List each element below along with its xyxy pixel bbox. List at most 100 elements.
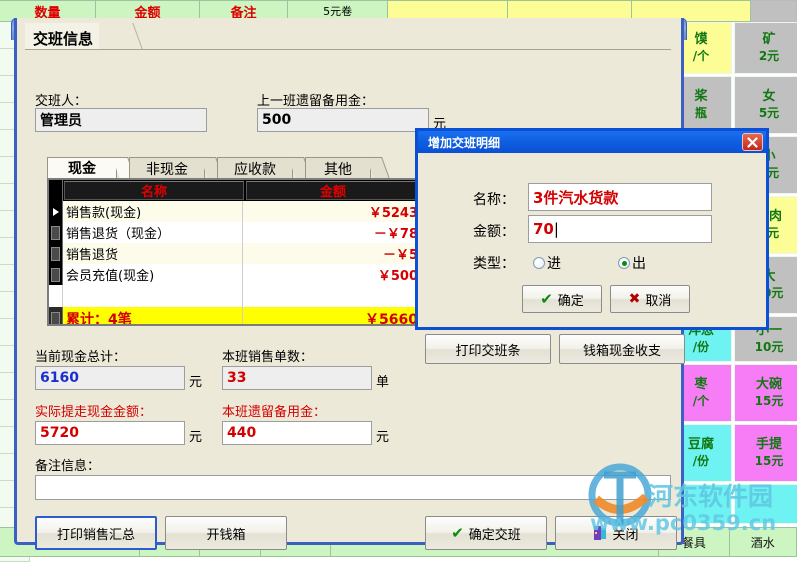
table-row[interactable]: 销售退货 －￥5: [49, 243, 421, 264]
tab-other[interactable]: 其他: [305, 157, 371, 179]
modal-amount-input[interactable]: 70 |: [528, 215, 712, 243]
tile-price: 15元: [754, 453, 784, 468]
tile-price: /份: [692, 453, 710, 468]
radio-type-out[interactable]: 出: [618, 253, 646, 273]
grid-header-row: 名称 金额: [49, 180, 421, 201]
product-tile[interactable]: 矿 2元: [734, 22, 797, 74]
current-cash-label: 当前现金总计：: [35, 350, 127, 365]
form-tab-divider: [132, 23, 161, 49]
table-row[interactable]: 会员充值(现金) ￥500: [49, 264, 421, 285]
tile-name: 枣: [694, 377, 708, 393]
radio-type-in-label: 进: [547, 256, 561, 272]
total-amount: ￥5660: [365, 311, 418, 326]
tile-name: 馍: [694, 32, 708, 48]
tile-price: /份: [692, 339, 710, 354]
modal-titlebar[interactable]: 增加交班明细: [418, 131, 766, 153]
grid-row-indicator: [49, 180, 63, 201]
modal-type-label: 类型：: [473, 256, 515, 272]
total-label: 累计：4笔: [63, 307, 243, 324]
tab-noncash[interactable]: 非现金: [129, 157, 205, 179]
radio-icon-selected: [618, 257, 630, 269]
close-window-button[interactable]: 关闭: [555, 516, 677, 550]
check-icon: ✔: [540, 290, 553, 308]
modal-name-label: 名称：: [473, 192, 515, 208]
check-icon: ✔: [451, 524, 464, 542]
grid-col-name[interactable]: 名称: [64, 181, 244, 200]
modal-ok-label: 确定: [557, 293, 584, 309]
cross-icon: ✖: [628, 291, 641, 307]
tab-receivable[interactable]: 应收款: [217, 157, 293, 179]
modal-cancel-button[interactable]: ✖ 取消: [610, 285, 690, 313]
row-indicator: [49, 243, 63, 264]
row-indicator: [49, 307, 63, 324]
product-tile[interactable]: 女 5元: [734, 76, 797, 134]
modal-ok-button[interactable]: ✔ 确定: [522, 285, 602, 313]
tile-price: /个: [692, 48, 710, 63]
tab-cash[interactable]: 现金: [47, 157, 117, 179]
modal-name-input[interactable]: 3件汽水货款: [528, 183, 712, 211]
sales-count-label: 本班销售单数：: [222, 350, 314, 365]
product-tile[interactable]: [734, 484, 797, 524]
tile-price: /个: [692, 393, 710, 408]
row-indicator: [49, 264, 63, 285]
prev-reserve-label: 上一班遗留备用金：: [257, 94, 375, 109]
open-drawer-label: 开钱箱: [206, 527, 246, 543]
row-name: 销售退货: [63, 243, 243, 264]
tile-name: 大碗: [755, 377, 782, 393]
form-tab-handover-info[interactable]: 交班信息: [25, 23, 100, 50]
tile-price: 瓶: [694, 105, 707, 120]
tile-name: 女: [762, 89, 776, 105]
tile-name: 豆腐: [687, 437, 714, 453]
close-window-label: 关闭: [612, 527, 639, 543]
table-row[interactable]: 销售退货（现金） －￥78: [49, 222, 421, 243]
row-name: 销售退货（现金）: [63, 222, 243, 243]
close-icon[interactable]: [742, 133, 763, 151]
detail-grid[interactable]: 名称 金额 销售款(现金) ￥5243 销售退货（现金） －￥78 销售退货 －…: [47, 178, 423, 326]
row-amount: ￥500: [377, 269, 418, 284]
withdraw-field[interactable]: 5720: [35, 421, 185, 445]
tile-price: 2元: [758, 48, 780, 63]
tile-name: 桨: [694, 89, 708, 105]
table-row[interactable]: 销售款(现金) ￥5243: [49, 201, 421, 222]
print-handover-slip-button[interactable]: 打印交班条: [425, 334, 551, 364]
form-tab-underline: [25, 49, 671, 50]
print-handover-slip-label: 打印交班条: [455, 343, 521, 359]
print-sales-summary-label: 打印销售汇总: [56, 527, 135, 543]
prev-reserve-field[interactable]: 500: [257, 108, 429, 132]
row-amount: ￥5243: [368, 206, 418, 221]
modal-amount-value: 70: [533, 220, 554, 238]
confirm-handover-button[interactable]: ✔ 确定交班: [425, 516, 547, 550]
handover-person-field[interactable]: 管理员: [35, 108, 207, 132]
open-drawer-button[interactable]: 开钱箱: [165, 516, 287, 550]
radio-icon: [533, 257, 545, 269]
modal-amount-label: 金额：: [473, 224, 515, 240]
memo-label: 备注信息：: [35, 459, 101, 474]
tile-price: 5元: [758, 105, 780, 120]
grid-empty-row: [49, 285, 421, 307]
withdraw-unit: 元: [189, 430, 203, 445]
detail-tabstrip: 现金 非现金 应收款 其他: [47, 157, 423, 179]
grid-total-row: 累计：4笔 ￥5660: [49, 307, 421, 326]
grid-col-amount[interactable]: 金额: [246, 181, 420, 200]
left-reserve-label: 本班遗留备用金：: [222, 405, 327, 420]
bg-bottom-tab[interactable]: 酒水: [729, 527, 797, 557]
modal-cancel-label: 取消: [645, 293, 672, 309]
sales-count-unit: 单: [376, 375, 390, 390]
row-indicator: [49, 222, 63, 243]
product-tile[interactable]: 手提 15元: [734, 424, 797, 482]
row-current-indicator: [49, 201, 63, 222]
print-sales-summary-button[interactable]: 打印销售汇总: [35, 516, 157, 550]
product-tile[interactable]: 大碗 15元: [734, 364, 797, 422]
current-cash-unit: 元: [189, 375, 203, 390]
current-cash-field[interactable]: 6160: [35, 366, 185, 390]
row-name: 销售款(现金): [63, 201, 243, 222]
radio-type-in[interactable]: 进: [533, 253, 561, 273]
modal-title: 增加交班明细: [428, 135, 501, 150]
confirm-handover-label: 确定交班: [468, 527, 521, 543]
row-amount: －￥5: [382, 248, 418, 263]
cash-drawer-io-button[interactable]: 钱箱现金收支: [559, 334, 685, 364]
memo-input[interactable]: [35, 475, 671, 500]
left-reserve-field[interactable]: 440: [222, 421, 372, 445]
sales-count-field[interactable]: 33: [222, 366, 372, 390]
row-name: 会员充值(现金): [63, 264, 243, 285]
